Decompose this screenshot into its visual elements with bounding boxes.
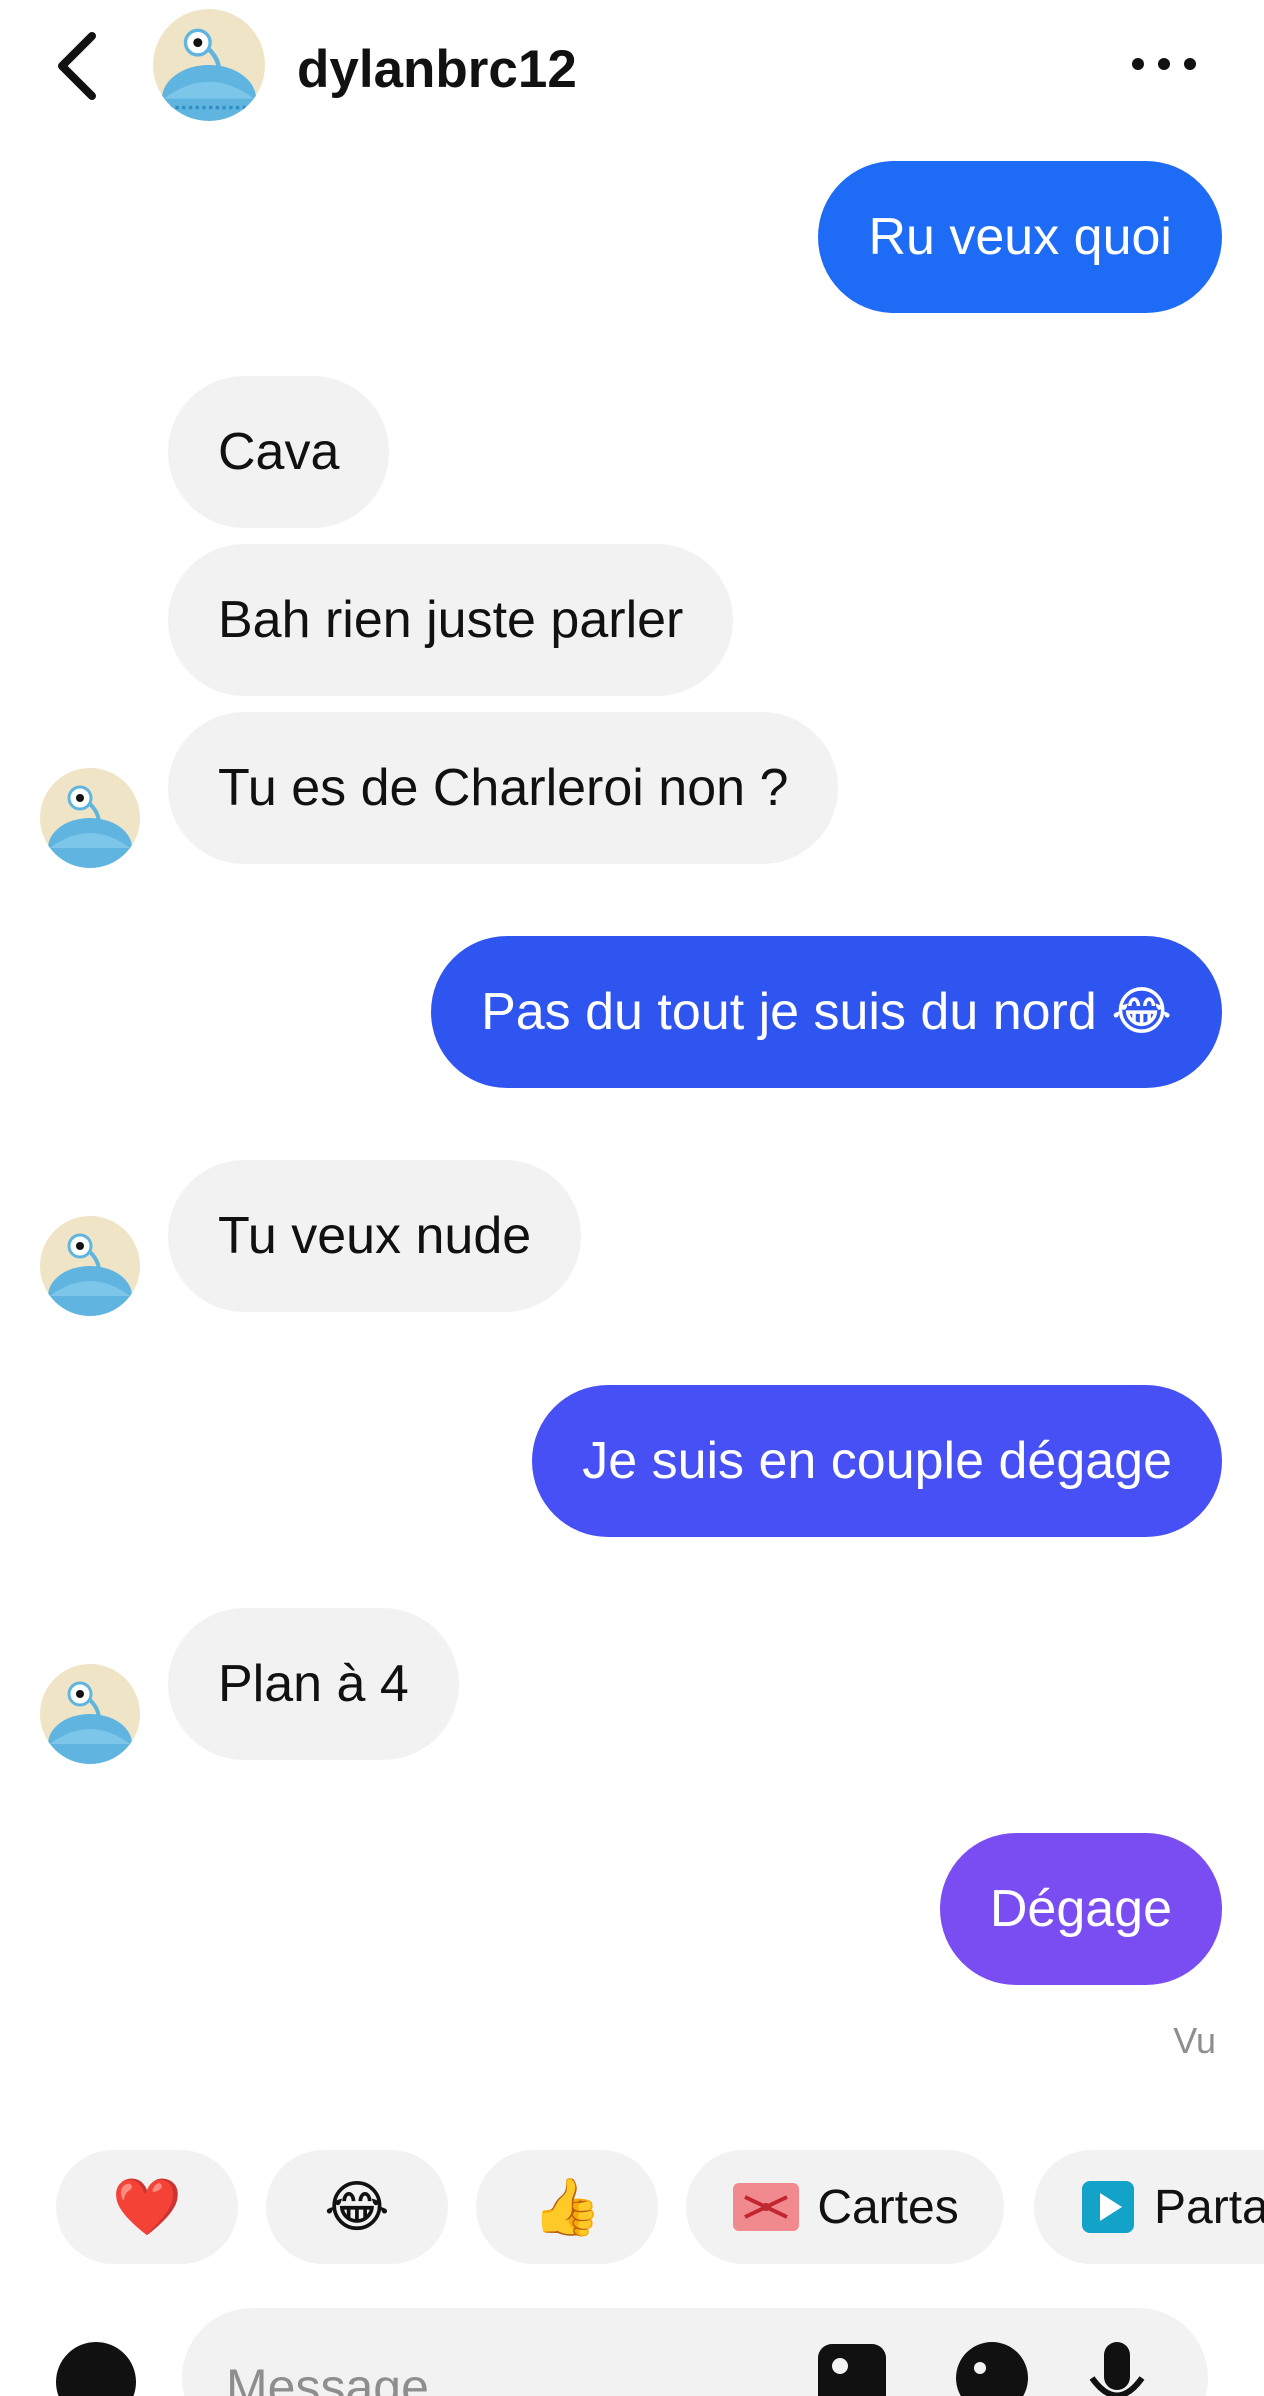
quick-reply-bar: ❤️ 😂 👍 Cartes Parta [0, 2150, 1264, 2266]
received-message[interactable]: Tu veux nude [168, 1160, 582, 1312]
cards-label: Cartes [817, 2180, 959, 2234]
sender-avatar[interactable] [40, 1216, 140, 1316]
received-message[interactable]: Tu es de Charleroi non ? [168, 712, 839, 864]
back-arrow-icon[interactable] [50, 28, 110, 104]
gallery-icon[interactable] [812, 2338, 892, 2396]
page-title[interactable]: dylanbrc12 [297, 40, 577, 100]
thumbs-up-emoji-icon: 👍 [532, 2175, 602, 2238]
heart-emoji-icon: ❤️ [112, 2175, 182, 2238]
received-message[interactable]: Cava [168, 376, 390, 528]
chat-header: dylanbrc12 [0, 0, 1264, 140]
quick-reply-heart[interactable]: ❤️ [56, 2150, 238, 2264]
avatar[interactable] [153, 9, 265, 121]
quick-reply-share[interactable]: Parta [1034, 2150, 1264, 2264]
sender-avatar[interactable] [40, 768, 140, 868]
quick-reply-cards[interactable]: Cartes [686, 2150, 1004, 2264]
seen-status: Vu [1173, 2020, 1216, 2061]
laugh-emoji-icon: 😂 [324, 2175, 390, 2238]
message-input-placeholder: Message [226, 2359, 429, 2396]
sent-message[interactable]: Ru veux quoi [818, 161, 1222, 313]
more-options-icon[interactable] [1126, 44, 1202, 84]
sticker-icon[interactable] [952, 2338, 1032, 2396]
quick-reply-laugh[interactable]: 😂 [266, 2150, 448, 2264]
camera-icon[interactable] [56, 2342, 136, 2396]
message-input[interactable]: Message [182, 2308, 1208, 2396]
message-list: Ru veux quoi Cava Bah rien juste parler … [0, 140, 1264, 2100]
play-icon [1082, 2181, 1134, 2233]
message-composer: Message [0, 2300, 1264, 2396]
quick-reply-thumbs[interactable]: 👍 [476, 2150, 658, 2264]
sender-avatar[interactable] [40, 1664, 140, 1764]
received-message[interactable]: Bah rien juste parler [168, 544, 734, 696]
sent-message[interactable]: Pas du tout je suis du nord 😂 [431, 936, 1222, 1088]
sent-message[interactable]: Je suis en couple dégage [532, 1385, 1222, 1537]
share-label: Parta [1154, 2180, 1264, 2234]
received-message[interactable]: Plan à 4 [168, 1608, 459, 1760]
microphone-icon[interactable] [1082, 2338, 1152, 2396]
sent-message[interactable]: Dégage [939, 1833, 1222, 1985]
card-gift-icon [733, 2183, 800, 2231]
